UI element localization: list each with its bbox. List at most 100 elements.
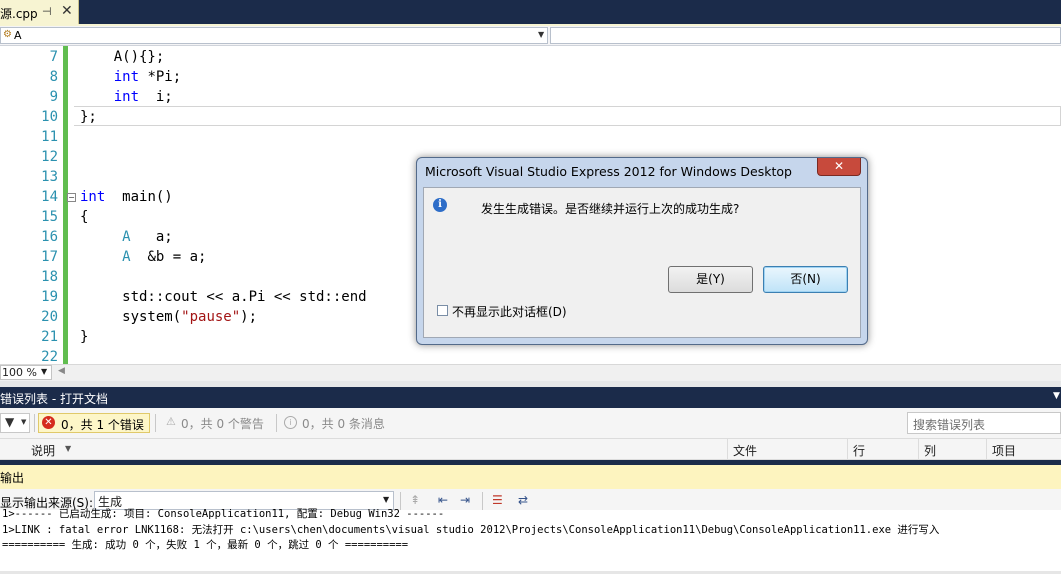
code-line[interactable]: { <box>80 207 88 227</box>
build-error-dialog: Microsoft Visual Studio Express 2012 for… <box>416 157 868 345</box>
output-text[interactable]: 1>------ 已启动生成: 项目: ConsoleApplication11… <box>0 508 1061 574</box>
column-separator <box>727 439 728 460</box>
column-separator <box>918 439 919 460</box>
code-token: std::cout << a.Pi << std::end <box>80 289 367 305</box>
window-menu-icon[interactable]: ▼ <box>1053 391 1060 401</box>
clear-all-icon[interactable]: ☰ <box>492 493 503 507</box>
code-token: A <box>122 229 131 245</box>
warning-icon: ⚠ <box>166 415 176 428</box>
filter-button[interactable]: ▼ ▼ <box>0 413 30 433</box>
messages-count: 0，共 0 条消息 <box>302 417 385 431</box>
code-token: &b = a; <box>130 249 207 265</box>
line-number: 14 <box>41 189 58 205</box>
code-token: }; <box>80 109 97 125</box>
code-token: i; <box>139 89 173 105</box>
column-project[interactable]: 项目 <box>992 442 1016 459</box>
close-icon[interactable]: ✕ <box>817 158 861 176</box>
dont-show-again-label[interactable]: 不再显示此对话框(D) <box>452 303 567 320</box>
no-button[interactable]: 否(N) <box>763 266 848 293</box>
chevron-down-icon: ▼ <box>21 418 27 426</box>
line-number: 16 <box>41 229 58 245</box>
line-number: 19 <box>41 289 58 305</box>
code-line[interactable]: A a; <box>80 227 173 247</box>
warnings-count: 0，共 0 个警告 <box>181 417 264 431</box>
class-icon: ⚙ <box>3 29 12 40</box>
code-line[interactable]: } <box>80 327 88 347</box>
word-wrap-icon[interactable]: ⇄ <box>518 493 528 507</box>
column-separator <box>986 439 987 460</box>
line-number: 8 <box>49 69 58 85</box>
member-scope-dropdown[interactable] <box>550 27 1061 44</box>
close-tab-icon[interactable]: ✕ <box>61 3 73 19</box>
code-line[interactable]: A(){}; <box>80 47 165 67</box>
code-line[interactable]: int i; <box>80 87 173 107</box>
info-icon: i <box>284 416 297 429</box>
find-message-icon[interactable]: ⇞ <box>410 493 420 507</box>
scroll-left-icon[interactable]: ◀ <box>58 366 65 376</box>
chevron-down-icon: ▼ <box>538 30 545 39</box>
line-number: 20 <box>41 309 58 325</box>
code-token: int <box>80 189 106 205</box>
output-line: ========== 生成: 成功 0 个，失败 1 个，最新 0 个，跳过 0… <box>2 539 409 551</box>
code-line[interactable]: int *Pi; <box>80 67 181 87</box>
line-number: 17 <box>41 249 58 265</box>
output-titlebar: 输出 <box>0 465 1061 489</box>
chevron-down-icon: ▼ <box>383 495 390 504</box>
code-token: int <box>113 89 140 105</box>
chevron-down-icon: ▼ <box>41 367 48 376</box>
line-number: 11 <box>41 129 58 145</box>
editor-status-bar <box>0 364 1061 381</box>
code-token: { <box>80 209 89 225</box>
column-column[interactable]: 列 <box>924 442 936 459</box>
line-number: 10 <box>41 109 58 125</box>
pin-icon[interactable]: ⊣ <box>42 5 52 18</box>
code-line[interactable]: }; <box>80 107 97 127</box>
messages-toggle[interactable]: i 0，共 0 条消息 <box>282 413 392 433</box>
type-scope-dropdown[interactable]: ⚙ A ▼ <box>0 27 548 44</box>
code-token: *Pi; <box>139 69 182 85</box>
zoom-value: 100 % <box>2 366 37 379</box>
code-line[interactable]: A &b = a; <box>80 247 206 267</box>
code-token: } <box>80 329 89 345</box>
column-description[interactable]: 说明 <box>31 442 55 459</box>
errors-toggle[interactable]: ✕ 0，共 1 个错误 <box>38 413 150 433</box>
error-search-input[interactable]: 搜索错误列表 <box>907 412 1061 434</box>
search-placeholder: 搜索错误列表 <box>913 418 986 432</box>
yes-button[interactable]: 是(Y) <box>668 266 753 293</box>
tab-title: 源.cpp <box>0 7 38 21</box>
code-token: ); <box>240 309 258 325</box>
code-line[interactable]: std::cout << a.Pi << std::end <box>80 287 367 307</box>
line-number: 15 <box>41 209 58 225</box>
code-token: int <box>113 69 140 85</box>
column-file[interactable]: 文件 <box>733 442 757 459</box>
zoom-dropdown[interactable]: 100 % ▼ <box>0 365 52 380</box>
column-line[interactable]: 行 <box>853 442 865 459</box>
code-token: "pause" <box>181 309 241 325</box>
warnings-toggle[interactable]: ⚠ 0，共 0 个警告 <box>160 413 270 433</box>
code-line[interactable]: system("pause"); <box>80 307 257 327</box>
output-line: 1>LINK : fatal error LNK1168: 无法打开 c:\us… <box>2 524 940 536</box>
code-token: a; <box>130 229 173 245</box>
toolbar-separator <box>276 414 277 432</box>
document-tab[interactable]: 源.cpp ⊣ ✕ <box>0 0 79 24</box>
output-title: 输出 <box>0 471 25 485</box>
dialog-message: 发生生成错误。是否继续并运行上次的成功生成? <box>481 202 740 216</box>
filter-icon: ▼ <box>5 415 15 429</box>
dont-show-again-checkbox[interactable] <box>437 305 448 316</box>
error-list-header: 说明 ▼ 文件 行 列 项目 <box>0 438 1061 460</box>
chevron-down-icon: ▼ <box>65 444 72 453</box>
dialog-body: i 发生生成错误。是否继续并运行上次的成功生成? 是(Y) 否(N) 不再显示此… <box>423 187 861 338</box>
previous-message-icon[interactable]: ⇤ <box>438 493 448 507</box>
code-line[interactable]: int main() <box>80 187 173 207</box>
line-number: 21 <box>41 329 58 345</box>
code-token: A <box>122 249 131 265</box>
collapse-icon[interactable]: − <box>67 193 76 202</box>
line-number: 12 <box>41 149 58 165</box>
info-icon: i <box>433 198 447 212</box>
column-separator <box>847 439 848 460</box>
next-message-icon[interactable]: ⇥ <box>460 493 470 507</box>
line-number: 18 <box>41 269 58 285</box>
